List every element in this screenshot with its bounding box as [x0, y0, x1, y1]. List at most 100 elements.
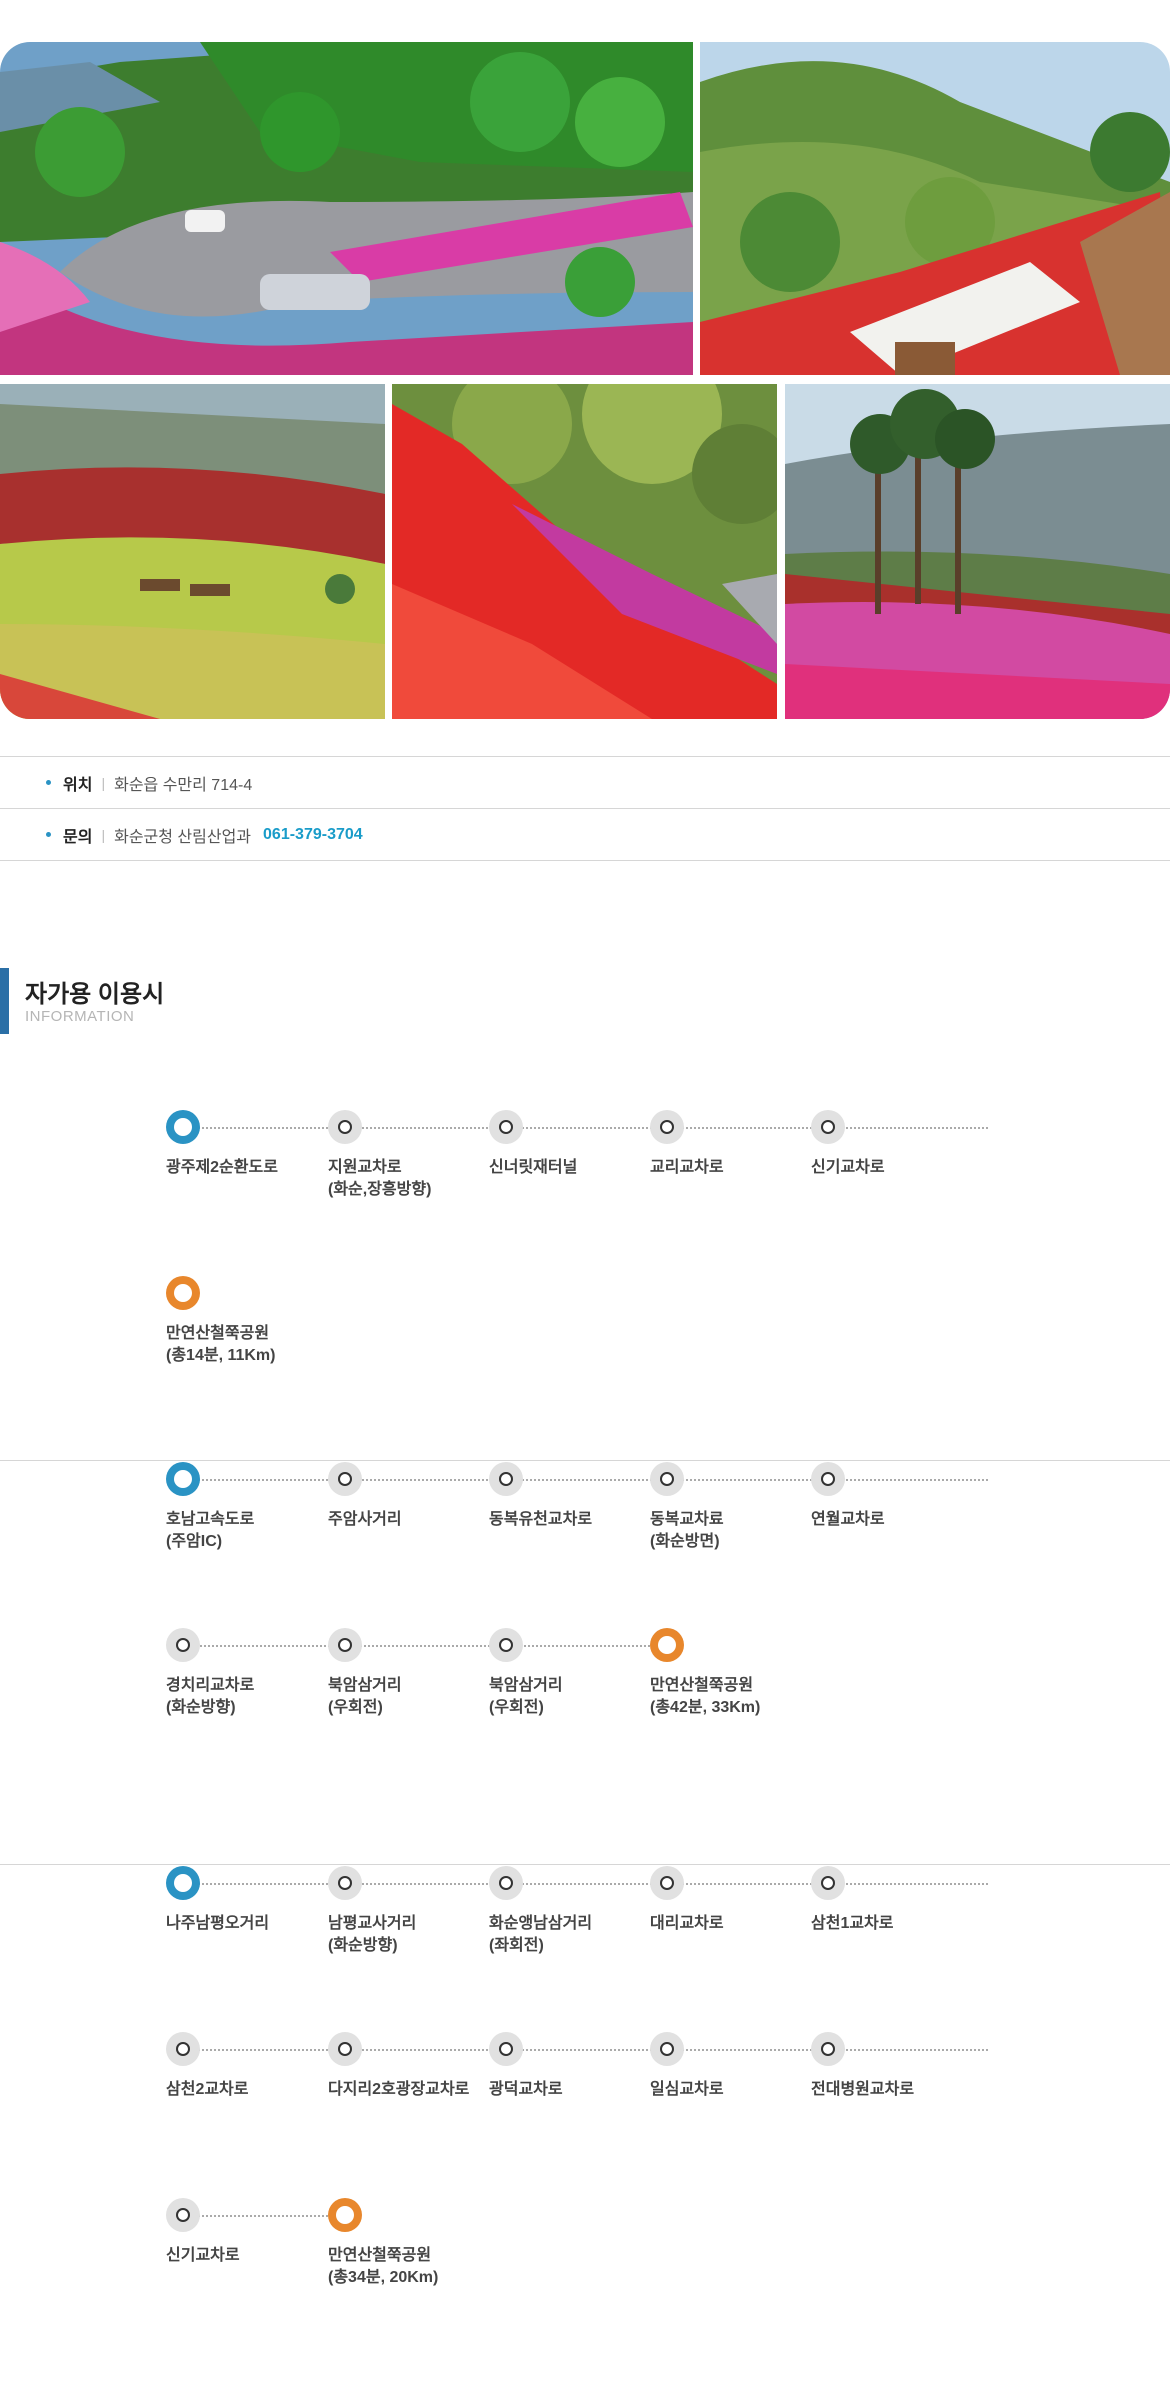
destination-marker-icon: [166, 1276, 200, 1310]
stop-label: 대리교차로: [650, 1913, 825, 1935]
waypoint-marker-icon: [650, 1462, 684, 1496]
route-divider: [0, 1460, 1170, 1461]
stop-name: 지원교차로: [328, 1159, 402, 1176]
waypoint-marker-icon: [166, 1628, 200, 1662]
stop-name: 북암삼거리: [328, 1677, 402, 1694]
stop-label: 호남고속도로 (주암IC): [166, 1509, 341, 1553]
stop-label: 지원교차로 (화순,장흥방향): [328, 1157, 503, 1201]
destination-marker-icon: [328, 2198, 362, 2232]
stop-label: 신너릿재터널: [489, 1157, 664, 1179]
stop-label: 주암사거리: [328, 1509, 503, 1531]
stop-label: 북암삼거리 (우회전): [489, 1675, 664, 1719]
stop-note: (화순방향): [166, 1699, 236, 1716]
section-title: 자가용 이용시: [25, 981, 165, 1008]
stop-note: (화순,장흥방향): [328, 1181, 432, 1198]
stop-name: 동복유천교차로: [489, 1511, 593, 1528]
stop-label: 삼천1교차로: [811, 1913, 986, 1935]
waypoint-marker-icon: [166, 2198, 200, 2232]
bullet-icon: [46, 832, 51, 837]
waypoint-marker-icon: [489, 1628, 523, 1662]
stop-label: 삼천2교차로: [166, 2079, 341, 2101]
stop-name: 남평교사거리: [328, 1915, 417, 1932]
separator: |: [101, 774, 106, 791]
stop-name: 대리교차로: [650, 1915, 724, 1932]
stop-label: 교리교차로: [650, 1157, 825, 1179]
stop-name: 동복교차료: [650, 1511, 724, 1528]
stop-name: 만연산철쭉공원: [328, 2247, 432, 2264]
wooden-deck-photo: [700, 42, 1170, 375]
stop-label: 만연산철쭉공원 (총14분, 11Km): [166, 1323, 341, 1367]
stop-name: 호남고속도로: [166, 1511, 255, 1528]
section-subtitle: INFORMATION: [25, 1008, 135, 1025]
stop-label: 나주남평오거리: [166, 1913, 341, 1935]
stop-note: (총42분, 33Km): [650, 1699, 761, 1716]
section-heading: 자가용 이용시 INFORMATION: [0, 968, 400, 1034]
contact-row: 문의 | 화순군청 산림산업과 061-379-3704: [0, 808, 1170, 861]
location-row: 위치 | 화순읍 수만리 714-4: [0, 756, 1170, 808]
waypoint-marker-icon: [811, 1462, 845, 1496]
route-line: [183, 2049, 988, 2051]
stop-label: 경치리교차로 (화순방향): [166, 1675, 341, 1719]
stop-name: 교리교차로: [650, 1159, 724, 1176]
stop-label: 광주제2순환도로: [166, 1157, 341, 1179]
stop-name: 신너릿재터널: [489, 1159, 578, 1176]
waypoint-marker-icon: [489, 1866, 523, 1900]
route-line: [183, 1127, 988, 1129]
stop-name: 만연산철쭉공원: [166, 1325, 270, 1342]
stop-name: 나주남평오거리: [166, 1915, 270, 1932]
waypoint-marker-icon: [328, 1462, 362, 1496]
waypoint-marker-icon: [489, 1462, 523, 1496]
stop-note: (화순방향): [328, 1937, 398, 1954]
waypoint-marker-icon: [811, 1110, 845, 1144]
stop-note: (총34분, 20Km): [328, 2269, 439, 2286]
stop-name: 만연산철쭉공원: [650, 1677, 754, 1694]
phone-link[interactable]: 061-379-3704: [263, 826, 363, 844]
stop-note: (주암IC): [166, 1533, 223, 1550]
heading-bar: [0, 968, 9, 1034]
info-list: 위치 | 화순읍 수만리 714-4 문의 | 화순군청 산림산업과 061-3…: [0, 756, 1170, 861]
stop-label: 만연산철쭉공원 (총42분, 33Km): [650, 1675, 825, 1719]
stop-name: 전대병원교차로: [811, 2081, 915, 2098]
waypoint-marker-icon: [328, 2032, 362, 2066]
stop-label: 동복유천교차로: [489, 1509, 664, 1531]
stop-note: (총14분, 11Km): [166, 1347, 276, 1364]
stop-name: 신기교차로: [811, 1159, 885, 1176]
stop-label: 만연산철쭉공원 (총34분, 20Km): [328, 2245, 503, 2289]
route-row: 만연산철쭉공원 (총14분, 11Km): [0, 1276, 1170, 1366]
stop-name: 신기교차로: [166, 2247, 240, 2264]
waypoint-marker-icon: [489, 2032, 523, 2066]
stop-name: 삼천2교차로: [166, 2081, 249, 2098]
stop-label: 동복교차료 (화순방면): [650, 1509, 825, 1553]
route-row: 나주남평오거리 남평교사거리 (화순방향) 화순앵남삼거리 (좌회전) 대리교차로 삼천1교…: [0, 1866, 1170, 1956]
bullet-icon: [46, 780, 51, 785]
waypoint-marker-icon: [328, 1110, 362, 1144]
waypoint-marker-icon: [811, 1866, 845, 1900]
route-row: 경치리교차로 (화순방향) 북암삼거리 (우회전) 북암삼거리 (우회전) 만연산철쭉공원 (…: [0, 1628, 1170, 1718]
location-value: 화순읍 수만리 714-4: [114, 776, 253, 794]
location-label: 위치: [63, 776, 93, 794]
stop-name: 광덕교차로: [489, 2081, 563, 2098]
route-row: 호남고속도로 (주암IC) 주암사거리 동복유천교차로 동복교차료 (화순방면) 연월교차로: [0, 1462, 1170, 1552]
waypoint-marker-icon: [328, 1866, 362, 1900]
route-row: 삼천2교차로 다지리2호광장교차로 광덕교차로 일심교차로 전대병원교차로: [0, 2032, 1170, 2122]
stop-label: 광덕교차로: [489, 2079, 664, 2101]
stop-label: 일심교차로: [650, 2079, 825, 2101]
route-divider: [0, 1864, 1170, 1865]
stop-label: 연월교차로: [811, 1509, 986, 1531]
separator: |: [101, 826, 106, 843]
destination-marker-icon: [650, 1628, 684, 1662]
stop-name: 경치리교차로: [166, 1677, 255, 1694]
park-bench-photo: [0, 384, 385, 719]
waypoint-marker-icon: [166, 2032, 200, 2066]
stop-name: 다지리2호광장교차로: [328, 2081, 470, 2098]
waypoint-marker-icon: [650, 1110, 684, 1144]
route-row: 광주제2순환도로 지원교차로 (화순,장흥방향) 신너릿재터널 교리교차로 신기교차로: [0, 1110, 1170, 1200]
waypoint-marker-icon: [650, 2032, 684, 2066]
route-line: [183, 1883, 988, 1885]
start-marker-icon: [166, 1866, 200, 1900]
waypoint-marker-icon: [650, 1866, 684, 1900]
stop-name: 연월교차로: [811, 1511, 885, 1528]
route-row: 신기교차로 만연산철쭉공원 (총34분, 20Km): [0, 2198, 1170, 2288]
stop-label: 신기교차로: [811, 1157, 986, 1179]
stop-note: (좌회전): [489, 1937, 544, 1954]
